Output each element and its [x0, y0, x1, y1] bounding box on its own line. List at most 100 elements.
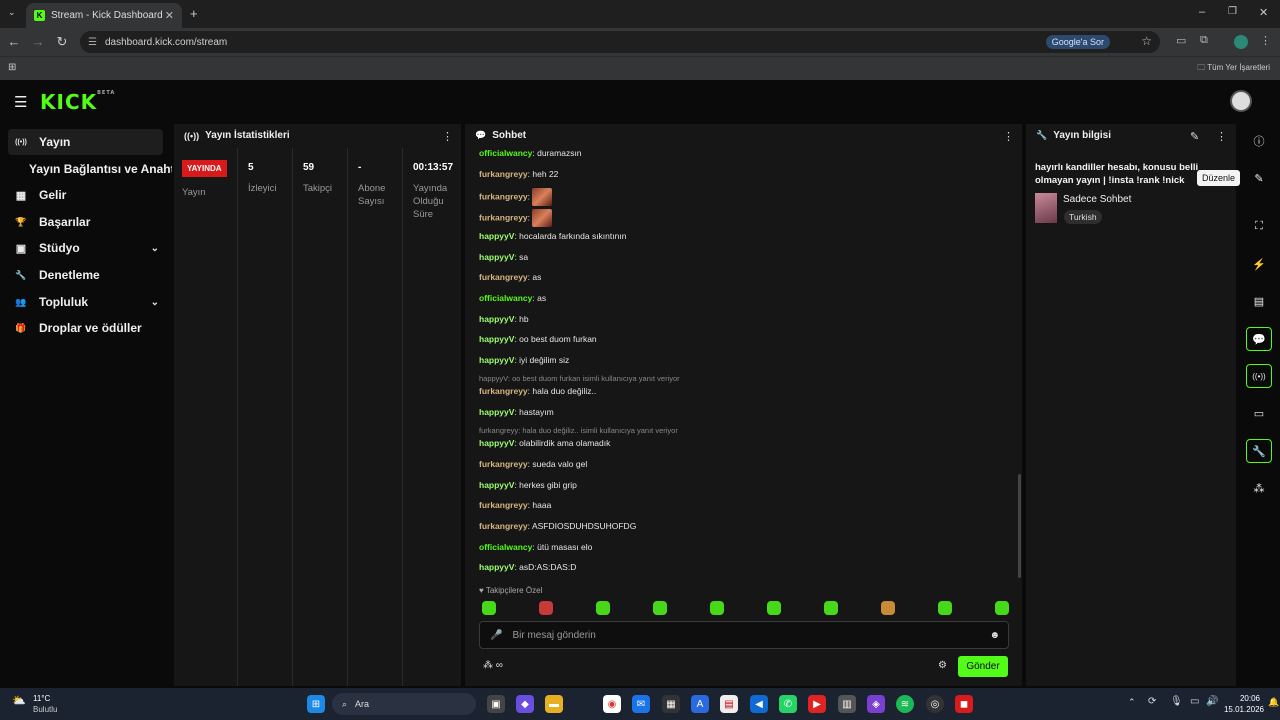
apps-grid-icon[interactable]: ⊞: [8, 62, 16, 73]
chat-scrollbar[interactable]: [1018, 474, 1021, 578]
emote-button[interactable]: [653, 601, 667, 615]
new-tab-button[interactable]: +: [190, 6, 198, 21]
spotify-icon[interactable]: ≋: [896, 695, 914, 713]
chat-username[interactable]: happyyV: [479, 334, 514, 344]
chrome-icon[interactable]: ◉: [603, 695, 621, 713]
sidebar-item-droplar[interactable]: 🎁 Droplar ve ödüller: [8, 315, 163, 341]
clock-date[interactable]: 15.01.2026: [1222, 705, 1264, 714]
info-icon[interactable]: ⓘ: [1246, 129, 1272, 153]
emote-button[interactable]: [995, 601, 1009, 615]
emote-button[interactable]: [539, 601, 553, 615]
chat-username[interactable]: furkangreyy: [479, 386, 528, 396]
mic-tray-icon[interactable]: 🎙: [1170, 696, 1183, 707]
chat-toggle-icon[interactable]: 💬: [1246, 327, 1272, 351]
more-options-icon[interactable]: ⋮: [1216, 130, 1227, 143]
back-icon[interactable]: ←: [6, 34, 22, 49]
sidebar-item-studyo[interactable]: ▣ Stüdyo ⌄: [8, 235, 163, 261]
browser-tab[interactable]: K Stream - Kick Dashboard ✕: [26, 3, 182, 28]
chat-username[interactable]: happyyV: [479, 407, 514, 417]
sidebar-item-denetleme[interactable]: 🔧 Denetleme: [8, 262, 163, 288]
chat-input[interactable]: 🎤 Bir mesaj gönderin ☻: [479, 621, 1009, 649]
edit-pencil-icon[interactable]: ✎: [1190, 130, 1199, 143]
sidebar-item-stream-key[interactable]: Yayın Bağlantısı ve Anahtarı: [24, 156, 172, 182]
app-icon-2[interactable]: ▤: [720, 695, 738, 713]
chat-username[interactable]: happyyV: [479, 231, 514, 241]
more-options-icon[interactable]: ⋮: [1003, 130, 1014, 143]
clipboard-icon[interactable]: ▤: [1246, 289, 1272, 313]
all-bookmarks[interactable]: 🗀 Tüm Yer İşaretleri: [1197, 62, 1270, 76]
emoji-icon[interactable]: ☻: [989, 630, 1000, 641]
app-icon-5[interactable]: ◎: [926, 695, 944, 713]
category-name[interactable]: Sadece Sohbet: [1063, 194, 1131, 205]
reload-icon[interactable]: ↻: [54, 34, 70, 50]
emote-button[interactable]: [482, 601, 496, 615]
chat-username[interactable]: happyyV: [479, 480, 514, 490]
app-icon-4[interactable]: ▥: [838, 695, 856, 713]
app-icon-3[interactable]: ▶: [808, 695, 826, 713]
fullscreen-icon[interactable]: ⛶: [1246, 214, 1272, 238]
chat-username[interactable]: happyyV: [479, 252, 514, 262]
chat-username[interactable]: officialwancy: [479, 293, 532, 303]
tab-close-icon[interactable]: ✕: [165, 9, 174, 22]
weather-icon[interactable]: ⛅: [12, 694, 26, 707]
tray-sync-icon[interactable]: ⟳: [1148, 696, 1156, 707]
chevron-down-icon[interactable]: ⌄: [151, 297, 159, 308]
menu-dots-icon[interactable]: ⋮: [1260, 34, 1271, 47]
store-icon[interactable]: ▦: [662, 695, 680, 713]
minimize-button[interactable]: –: [1199, 6, 1205, 18]
extension-icon[interactable]: ▭: [1176, 34, 1186, 47]
maximize-button[interactable]: ❐: [1228, 6, 1237, 17]
emote-button[interactable]: [710, 601, 724, 615]
kick-logo[interactable]: KICKBETA: [40, 90, 115, 114]
sidebar-item-yayin[interactable]: ((•)) Yayın: [8, 129, 163, 155]
notification-icon[interactable]: 🔔: [1268, 697, 1279, 708]
chat-username[interactable]: furkangreyy: [479, 212, 528, 222]
bookmark-star-icon[interactable]: ☆: [1141, 34, 1152, 48]
taskbar-search[interactable]: ⌕ Ara: [332, 693, 476, 715]
emote-button[interactable]: [596, 601, 610, 615]
hamburger-menu-icon[interactable]: ☰: [14, 93, 27, 111]
mic-icon[interactable]: 🎤: [490, 630, 502, 641]
forward-icon[interactable]: →: [30, 34, 46, 49]
sidebar-item-gelir[interactable]: ▦ Gelir: [8, 182, 163, 208]
user-avatar[interactable]: [1230, 90, 1252, 112]
close-window-button[interactable]: ✕: [1259, 6, 1268, 19]
chat-username[interactable]: furkangreyy: [479, 191, 528, 201]
app-icon-6[interactable]: ◼: [955, 695, 973, 713]
whatsapp-icon[interactable]: ✆: [779, 695, 797, 713]
chevron-down-icon[interactable]: ⌄: [151, 243, 159, 254]
file-explorer-icon[interactable]: ▬: [545, 695, 563, 713]
chat-username[interactable]: happyyV: [479, 314, 514, 324]
clock-time[interactable]: 20:06: [1230, 694, 1260, 703]
outlook-icon[interactable]: ✉: [632, 695, 650, 713]
chat-username[interactable]: furkangreyy: [479, 500, 528, 510]
chat-username[interactable]: happyyV: [479, 355, 514, 365]
chat-username[interactable]: officialwancy: [479, 542, 532, 552]
chat-username[interactable]: furkangreyy: [479, 521, 528, 531]
send-button[interactable]: Gönder: [958, 656, 1008, 677]
lightning-icon[interactable]: ⚡: [1246, 252, 1272, 276]
more-options-icon[interactable]: ⋮: [442, 130, 453, 143]
profile-icon[interactable]: [1234, 35, 1248, 49]
tab-list-icon[interactable]: ⌄: [8, 7, 16, 18]
emote-button[interactable]: [881, 601, 895, 615]
task-view-icon[interactable]: ▣: [487, 695, 505, 713]
ask-google-button[interactable]: Google'a Sor: [1045, 35, 1110, 49]
emote-button[interactable]: [938, 601, 952, 615]
chat-username[interactable]: furkangreyy: [479, 169, 528, 179]
copilot-icon[interactable]: ◆: [516, 695, 534, 713]
site-info-icon[interactable]: ☰: [88, 37, 97, 48]
tag-pill[interactable]: Turkish: [1064, 210, 1102, 224]
chat-username[interactable]: happyyV: [479, 438, 514, 448]
vscode-icon[interactable]: ◀: [750, 695, 768, 713]
volume-icon[interactable]: 🔊: [1206, 696, 1218, 707]
network-icon[interactable]: ▭: [1190, 696, 1199, 707]
url-field[interactable]: ☰ dashboard.kick.com/stream Google'a Sor…: [80, 31, 1160, 53]
sidebar-item-topluluk[interactable]: 👥 Topluluk ⌄: [8, 289, 163, 315]
emote-button[interactable]: [767, 601, 781, 615]
start-icon[interactable]: ⊞: [307, 695, 325, 713]
layout-icon[interactable]: ▭: [1246, 401, 1272, 425]
chat-username[interactable]: furkangreyy: [479, 272, 528, 282]
wrench-toggle-icon[interactable]: 🔧: [1246, 439, 1272, 463]
sidebar-item-basarilar[interactable]: 🏆 Başarılar: [8, 209, 163, 235]
